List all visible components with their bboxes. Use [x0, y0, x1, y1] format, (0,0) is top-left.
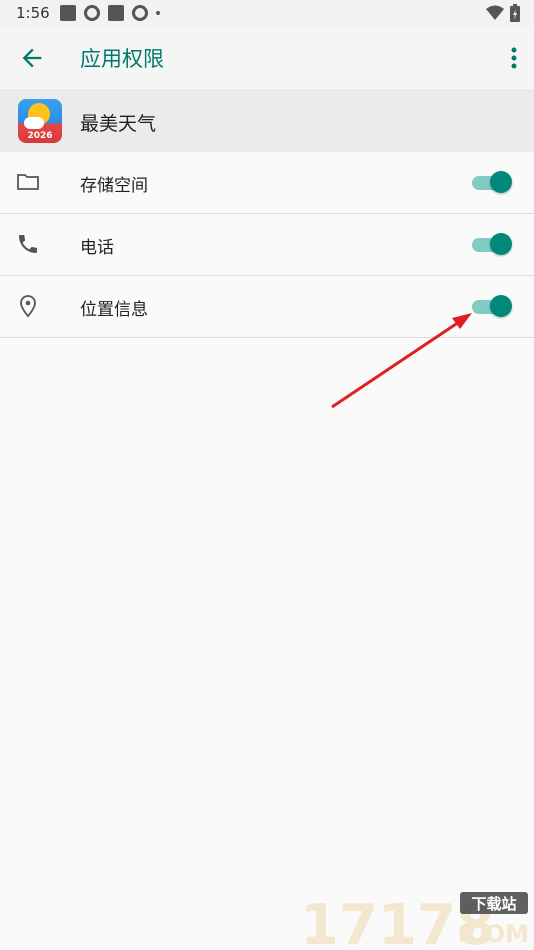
permission-row-storage[interactable]: 存储空间	[0, 152, 534, 214]
notification-square-icon	[108, 5, 124, 21]
location-icon	[20, 295, 36, 318]
app-header: 2026 最美天气	[0, 91, 534, 152]
app-name: 最美天气	[80, 113, 157, 135]
status-bar: 1:56	[0, 0, 534, 26]
permission-toggle[interactable]	[472, 171, 512, 193]
permission-label: 电话	[80, 238, 114, 258]
status-time: 1:56	[16, 4, 50, 22]
svg-text:.COM: .COM	[458, 920, 529, 948]
battery-charging-icon	[510, 4, 520, 22]
notification-square-icon	[60, 5, 76, 21]
app-icon-year: 2026	[27, 131, 53, 141]
notification-aperture-icon	[84, 5, 100, 21]
svg-text:下载站: 下载站	[471, 895, 516, 913]
permission-row-phone[interactable]: 电话	[0, 214, 534, 276]
permission-row-location[interactable]: 位置信息	[0, 276, 534, 338]
wifi-icon	[486, 5, 504, 20]
system-icons	[486, 4, 520, 22]
permission-label: 存储空间	[80, 176, 148, 196]
watermark-logo: 17178 下载站 .COM	[300, 892, 529, 948]
notification-icons	[60, 5, 160, 21]
folder-icon	[17, 174, 39, 190]
permission-label: 位置信息	[80, 300, 148, 320]
notification-aperture-icon	[132, 5, 148, 21]
more-notifications-dot-icon	[156, 11, 160, 15]
more-options-icon[interactable]	[510, 46, 518, 70]
app-bar: 应用权限	[0, 26, 534, 91]
permission-toggle[interactable]	[472, 233, 512, 255]
app-icon: 2026	[18, 99, 62, 143]
back-arrow-icon[interactable]	[18, 44, 46, 72]
page-title: 应用权限	[80, 47, 164, 71]
permission-toggle[interactable]	[472, 295, 512, 317]
phone-icon	[19, 235, 37, 253]
